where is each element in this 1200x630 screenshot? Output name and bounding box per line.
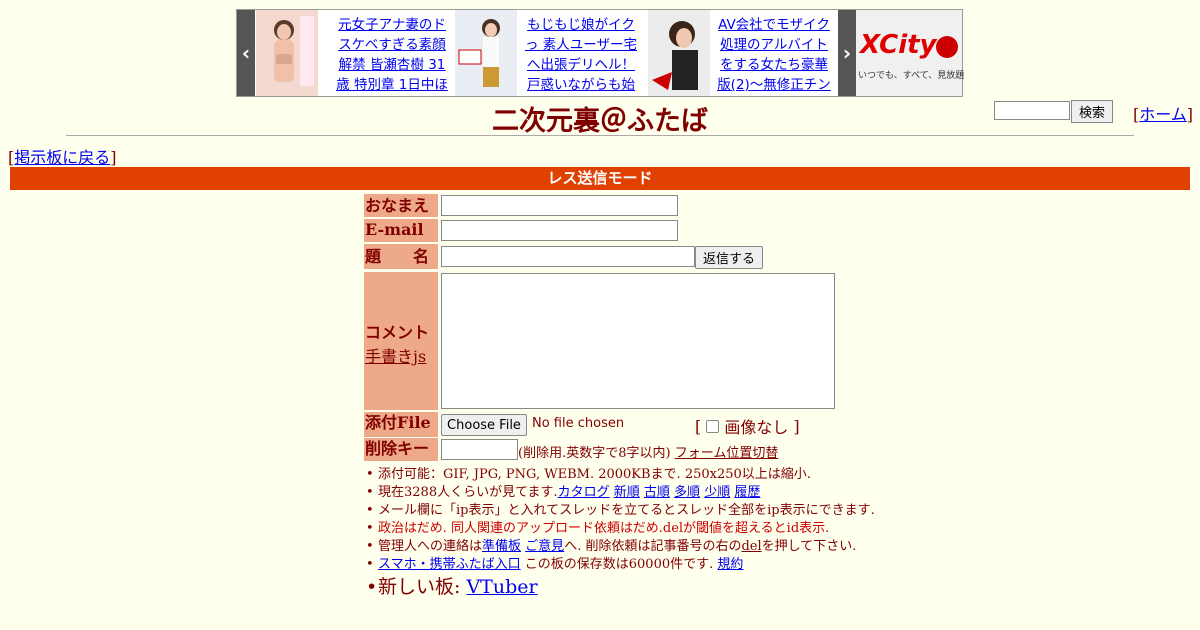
ad-prev-button[interactable]: ‹ [237, 10, 255, 96]
rule-contact: 管理人への連絡は準備板 ご意見へ. 削除依頼は記事番号の右のdelを押して下さい… [366, 538, 878, 556]
choose-file-button[interactable]: Choose File [441, 414, 527, 436]
delete-key-input[interactable] [441, 439, 518, 460]
xcity-tagline: いつでも、すべて、見放題 [858, 71, 965, 81]
subject-input[interactable] [441, 246, 695, 267]
rule-attachments: 添付可能：GIF, JPG, PNG, WEBM. 2000KBまで. 250x… [366, 466, 878, 484]
terms-link[interactable]: 規約 [717, 557, 743, 572]
rule-mobile: スマホ・携帯ふたば入口 この板の保存数は60000件です. 規約 [366, 556, 878, 574]
submit-reply-button[interactable]: 返信する [695, 246, 763, 269]
comment-label-cell: コメント 手書きjs [364, 272, 438, 410]
vtuber-board-link[interactable]: VTuber [466, 576, 537, 598]
delete-key-label: 削除キー [364, 438, 438, 461]
xcity-logo: XCity [860, 30, 937, 60]
search-button[interactable]: 検索 [1071, 100, 1113, 123]
sort-oldest-link[interactable]: 古順 [644, 485, 670, 500]
prep-board-link[interactable]: 準備板 [482, 539, 521, 554]
no-image-label[interactable]: 画像なし [724, 414, 788, 438]
email-label: E-mail [364, 219, 438, 242]
form-position-toggle-link[interactable]: フォーム位置切替 [675, 446, 779, 461]
file-label: 添付File [364, 412, 438, 437]
email-input[interactable] [441, 220, 678, 241]
board-rules-list: 添付可能：GIF, JPG, PNG, WEBM. 2000KBまで. 250x… [364, 466, 878, 600]
history-link[interactable]: 履歴 [734, 485, 760, 500]
sort-least-link[interactable]: 少順 [704, 485, 730, 500]
name-label: おなまえ [364, 194, 438, 217]
rule-new-board: 新しい板: VTuber [366, 574, 878, 600]
rule-viewers: 現在3288人くらいが見てます.カタログ 新順 古順 多順 少順 履歴 [366, 484, 878, 502]
ad-next-button[interactable]: › [838, 10, 856, 96]
feedback-link[interactable]: ご意見 [525, 539, 564, 554]
subject-label: 題 名 [364, 244, 438, 269]
del-link[interactable]: del [741, 539, 761, 554]
search-input[interactable] [994, 101, 1070, 120]
delete-key-note: (削除用.英数字で8字以内) フォーム位置切替 [518, 446, 779, 461]
no-image-option: [ 画像なし ] [695, 414, 800, 438]
ad-link[interactable]: 元女子アナ妻のドスケベすぎる素顔解禁 皆瀬杏樹 31歳 特別章 1日中ほ [332, 15, 452, 97]
handwrite-link[interactable]: 手書きjs [365, 347, 426, 366]
reply-mode-bar: レス送信モード [10, 167, 1190, 190]
comment-textarea[interactable] [441, 273, 835, 409]
ad-item[interactable]: もじもじ娘がイクっ 素人ユーザー宅へ出張デリヘル！戸惑いながらも始 [455, 10, 648, 96]
ad-thumbnail[interactable] [648, 10, 710, 96]
ad-thumbnail[interactable] [256, 10, 318, 96]
back-to-board-link[interactable]: 掲示板に戻る [14, 148, 110, 167]
rule-politics: 政治はだめ. 同人関連のアップロード依頼はだめ.delが閾値を超えるとid表示. [366, 520, 878, 538]
ad-banner[interactable]: ‹ 元女子アナ妻のドスケベすぎる素顔解禁 皆瀬杏樹 31歳 特別章 1日中ほ も… [236, 9, 965, 97]
no-image-checkbox[interactable] [706, 419, 720, 433]
back-link-wrapper: [掲示板に戻る] [8, 148, 117, 167]
rule-ip-display: メール欄に「ip表示」と入れてスレッドを立てるとスレッド全部をip表示にできます… [366, 502, 878, 520]
ad-item[interactable]: 元女子アナ妻のドスケベすぎる素顔解禁 皆瀬杏樹 31歳 特別章 1日中ほ [256, 10, 455, 96]
ad-link[interactable]: AV会社でモザイク処理のアルバイトをする女たち豪華版(2)～無修正チン [714, 15, 834, 97]
home-link-wrapper: [ホーム] [1133, 105, 1194, 124]
catalog-link[interactable]: カタログ [558, 485, 610, 500]
ad-thumbnail[interactable] [455, 10, 517, 96]
name-input[interactable] [441, 195, 678, 216]
sort-newest-link[interactable]: 新順 [614, 485, 640, 500]
sort-most-link[interactable]: 多順 [674, 485, 700, 500]
ad-link[interactable]: もじもじ娘がイクっ 素人ユーザー宅へ出張デリヘル！戸惑いながらも始 [521, 15, 641, 97]
divider [66, 135, 1134, 136]
mascot-icon [936, 36, 958, 58]
home-link[interactable]: ホーム [1139, 105, 1187, 124]
mobile-entry-link[interactable]: スマホ・携帯ふたば入口 [378, 557, 521, 572]
no-file-chosen-text: No file chosen [532, 416, 625, 431]
comment-label: コメント [365, 323, 430, 342]
ad-item[interactable]: AV会社でモザイク処理のアルバイトをする女たち豪華版(2)～無修正チン [648, 10, 838, 96]
xcity-banner[interactable]: XCity いつでも、すべて、見放題 [856, 10, 965, 96]
